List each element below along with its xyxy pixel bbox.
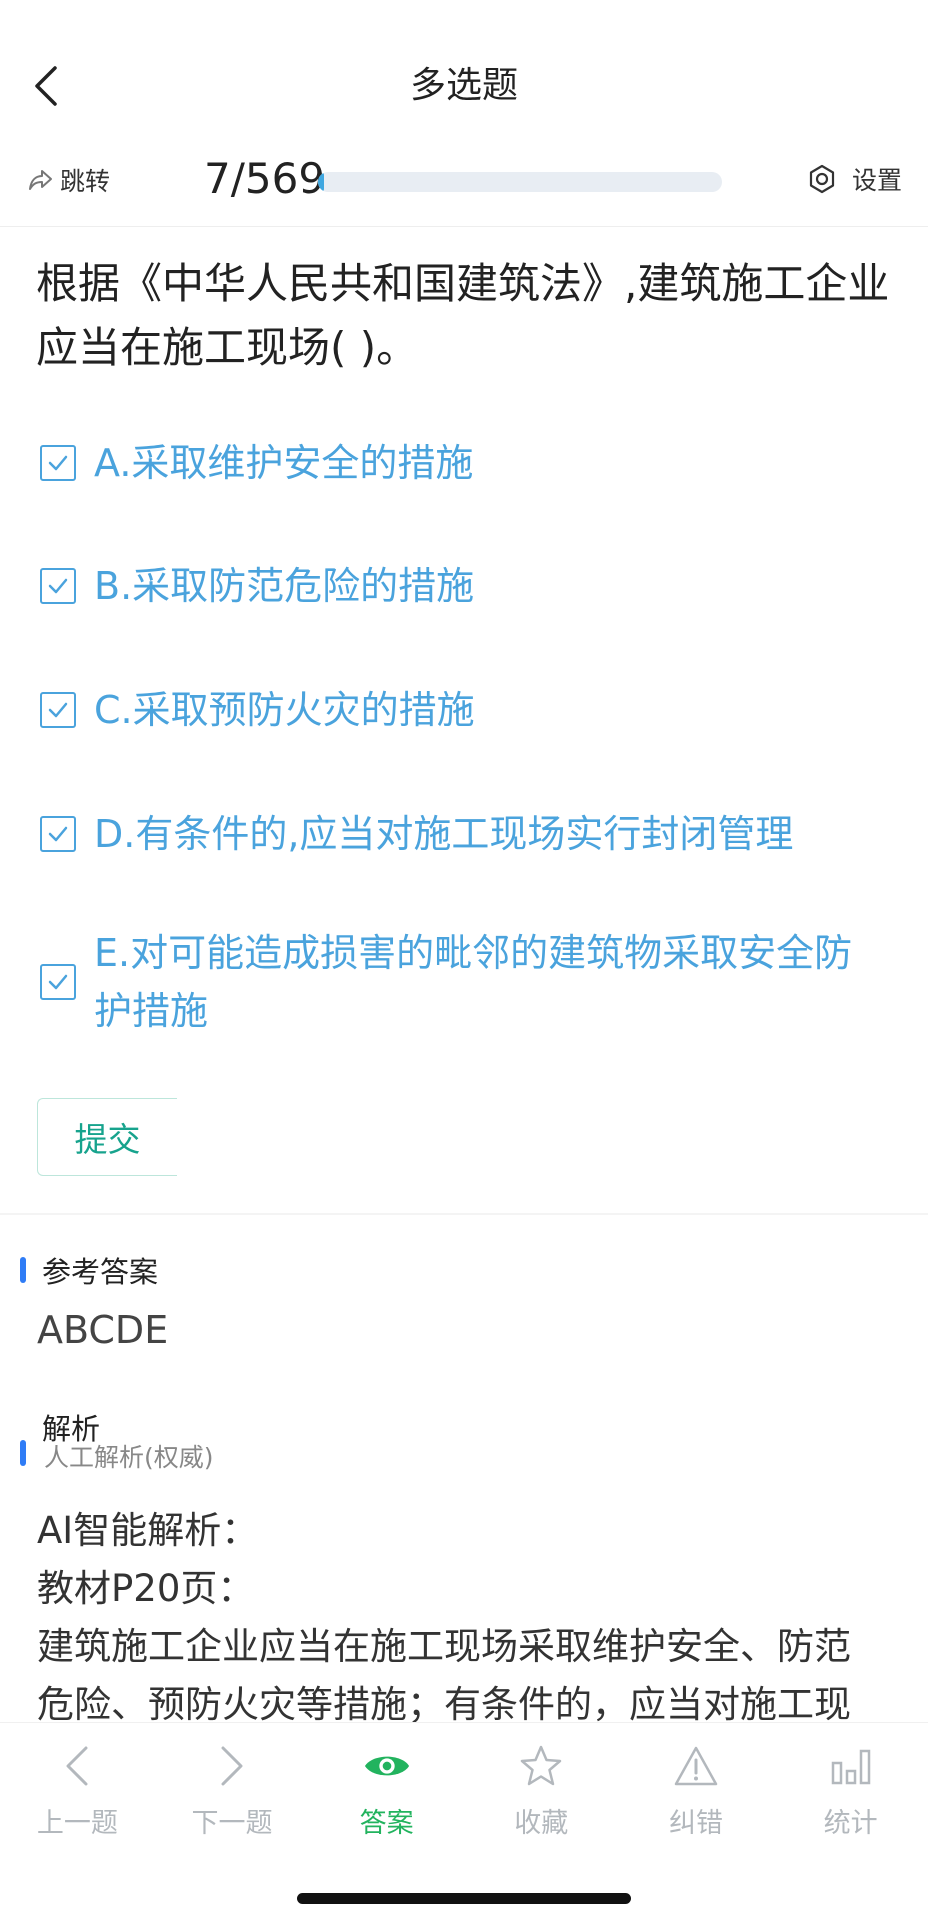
checkbox-checked-icon[interactable] xyxy=(40,816,76,852)
jump-button[interactable]: 跳转 xyxy=(28,160,110,200)
analysis-line: 建筑施工企业应当在施工现场采取维护安全、防范 xyxy=(37,1625,851,1668)
home-indicator xyxy=(297,1893,631,1904)
progress-counter: 7/569 xyxy=(204,154,326,203)
jump-label: 跳转 xyxy=(60,167,111,196)
nav-report-error[interactable]: 纠错 xyxy=(619,1723,774,1847)
option-c[interactable]: C.采取预防火灾的措施 xyxy=(40,681,900,739)
option-label: C.采取预防火灾的措施 xyxy=(94,688,475,732)
answer-section-header: 参考答案 xyxy=(20,1249,158,1291)
progress-bar xyxy=(318,172,722,192)
analysis-line: AI智能解析： xyxy=(37,1509,259,1552)
option-label: D.有条件的,应当对施工现场实行封闭管理 xyxy=(94,812,794,856)
analysis-line: 教材P20页： xyxy=(37,1567,255,1610)
analysis-text: AI智能解析： 教材P20页： 建筑施工企业应当在施工现场采取维护安全、防范 危… xyxy=(37,1502,897,1734)
answer-section-title: 参考答案 xyxy=(42,1255,159,1289)
nav-next-question[interactable]: 下一题 xyxy=(155,1723,310,1847)
nav-label: 上一题 xyxy=(36,1808,118,1839)
nav-statistics[interactable]: 统计 xyxy=(773,1723,928,1847)
option-e[interactable]: E.对可能造成损害的毗邻的建筑物采取安全防护措施 xyxy=(40,924,900,1040)
option-a[interactable]: A.采取维护安全的措施 xyxy=(40,434,900,492)
page-title: 多选题 xyxy=(409,65,518,106)
warning-icon xyxy=(672,1741,720,1791)
settings-button[interactable]: 设置 xyxy=(806,158,902,200)
section-marker xyxy=(20,1257,26,1283)
bottom-nav: 上一题 下一题 答案 收藏 纠错 统计 xyxy=(0,1722,928,1847)
nav-label: 下一题 xyxy=(191,1808,273,1839)
option-label: A.采取维护安全的措施 xyxy=(94,441,474,485)
star-icon xyxy=(517,1741,565,1791)
question-text: 根据《中华人民共和国建筑法》,建筑施工企业应当在施工现场( )。 xyxy=(36,259,890,372)
nav-prev-question[interactable]: 上一题 xyxy=(0,1723,155,1847)
option-label: E.对可能造成损害的毗邻的建筑物采取安全防护措施 xyxy=(94,931,853,1033)
nav-favorite[interactable]: 收藏 xyxy=(464,1723,619,1847)
share-arrow-icon xyxy=(29,170,52,190)
answer-value: ABCDE xyxy=(37,1308,169,1352)
divider xyxy=(0,226,928,227)
option-b[interactable]: B.采取防范危险的措施 xyxy=(40,557,900,615)
divider xyxy=(0,1213,928,1215)
option-d[interactable]: D.有条件的,应当对施工现场实行封闭管理 xyxy=(40,805,900,863)
gear-icon xyxy=(809,164,835,194)
submit-button[interactable]: 提交 xyxy=(37,1098,177,1176)
checkbox-checked-icon[interactable] xyxy=(40,964,76,1000)
bar-chart-icon xyxy=(827,1741,875,1791)
nav-label: 收藏 xyxy=(514,1808,569,1839)
checkbox-checked-icon[interactable] xyxy=(40,568,76,604)
checkbox-checked-icon[interactable] xyxy=(40,445,76,481)
nav-answer[interactable]: 答案 xyxy=(309,1723,464,1847)
chevron-right-icon xyxy=(208,1741,256,1791)
chevron-left-icon xyxy=(53,1741,101,1791)
eye-icon xyxy=(363,1741,411,1791)
nav-label: 统计 xyxy=(823,1808,878,1839)
section-marker xyxy=(20,1440,26,1466)
nav-label: 纠错 xyxy=(668,1808,723,1839)
checkbox-checked-icon[interactable] xyxy=(40,692,76,728)
nav-label: 答案 xyxy=(359,1808,414,1839)
option-label: B.采取防范危险的措施 xyxy=(94,564,475,608)
settings-label: 设置 xyxy=(852,166,903,195)
analysis-subtitle: 人工解析(权威) xyxy=(44,1443,214,1472)
